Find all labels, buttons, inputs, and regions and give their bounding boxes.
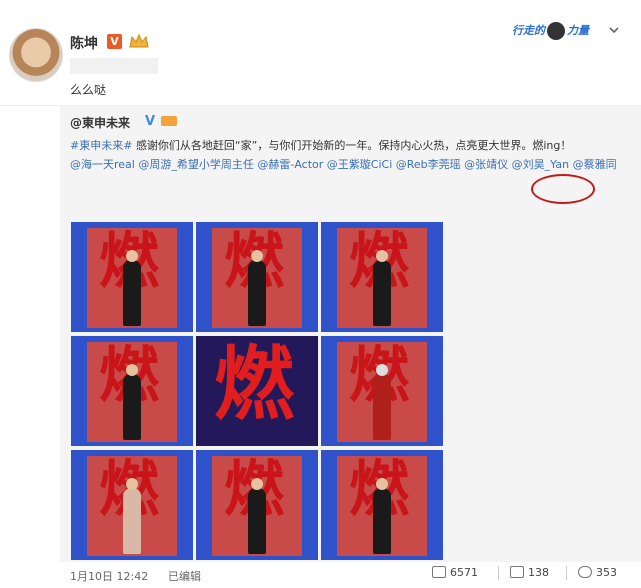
username[interactable]: 陈坤 (70, 33, 98, 53)
repost-author[interactable]: @東申未来 (70, 114, 130, 131)
post-date[interactable]: 1月10日 12:42 (70, 568, 148, 584)
photo-thumbnail[interactable]: 燃 (71, 222, 193, 332)
badge-face-icon (547, 22, 565, 40)
photo-thumbnail[interactable]: 燃 (196, 450, 318, 560)
photo-thumbnail[interactable]: 燃 (321, 450, 443, 560)
mention-link[interactable]: @张靖仪 (464, 158, 508, 171)
like-count-value: 353 (596, 566, 617, 579)
comment-count-value: 138 (528, 566, 549, 579)
mention-link[interactable]: @王紫璇CiCi (327, 158, 392, 171)
power-badge-right: 力量 (567, 24, 589, 37)
comment-icon (510, 566, 524, 578)
photo-glyph: 燃 (214, 337, 294, 431)
verified-badge-icon: V (107, 34, 122, 49)
chevron-down-icon[interactable] (608, 24, 620, 36)
level-badge-icon (161, 116, 177, 126)
mention-link[interactable]: @刘昊_Yan (512, 158, 569, 171)
photo-thumbnail[interactable]: 燃 (196, 222, 318, 332)
photo-thumbnail[interactable]: 燃 (196, 336, 318, 446)
like-count[interactable]: 353 (578, 566, 617, 579)
photo-thumbnail[interactable]: 燃 (321, 222, 443, 332)
repost-text: #東申未来# 感谢你们从各地赶回“家”，与你们开始新的一年。保持内心火热，点亮更… (70, 136, 630, 174)
blue-verified-icon: V (145, 114, 156, 129)
divider (566, 566, 567, 580)
photo-thumbnail[interactable]: 燃 (71, 336, 193, 446)
repost-count[interactable]: 6571 (432, 566, 478, 579)
photo-thumbnail[interactable]: 燃 (321, 336, 443, 446)
repost-count-value: 6571 (450, 566, 478, 579)
crown-icon (129, 33, 149, 48)
mention-link[interactable]: @周游_希望小学周主任 (138, 158, 254, 171)
repost-body: 感谢你们从各地赶回“家”，与你们开始新的一年。保持内心火热，点亮更大世界。燃in… (135, 139, 572, 152)
repost-icon (432, 566, 446, 578)
photo-thumbnail[interactable]: 燃 (71, 450, 193, 560)
hashtag-link[interactable]: #東申未来# (70, 139, 132, 152)
mention-link[interactable]: @Reb李莞瑶 (396, 158, 461, 171)
source-line (70, 58, 158, 74)
post-text: 么么哒 (70, 83, 107, 97)
mention-link[interactable]: @蔡雅同 (573, 158, 617, 171)
edited-label: 已编辑 (168, 570, 201, 583)
avatar[interactable] (9, 28, 63, 82)
power-badge-left: 行走的 (512, 24, 545, 37)
divider (498, 566, 499, 580)
mention-link[interactable]: @赫雷-Actor (257, 158, 323, 171)
thumbs-up-icon (578, 566, 592, 578)
power-badge[interactable]: 行走的 力量 (512, 22, 589, 40)
mention-link[interactable]: @海一天real (70, 158, 135, 171)
comment-count[interactable]: 138 (510, 566, 549, 579)
